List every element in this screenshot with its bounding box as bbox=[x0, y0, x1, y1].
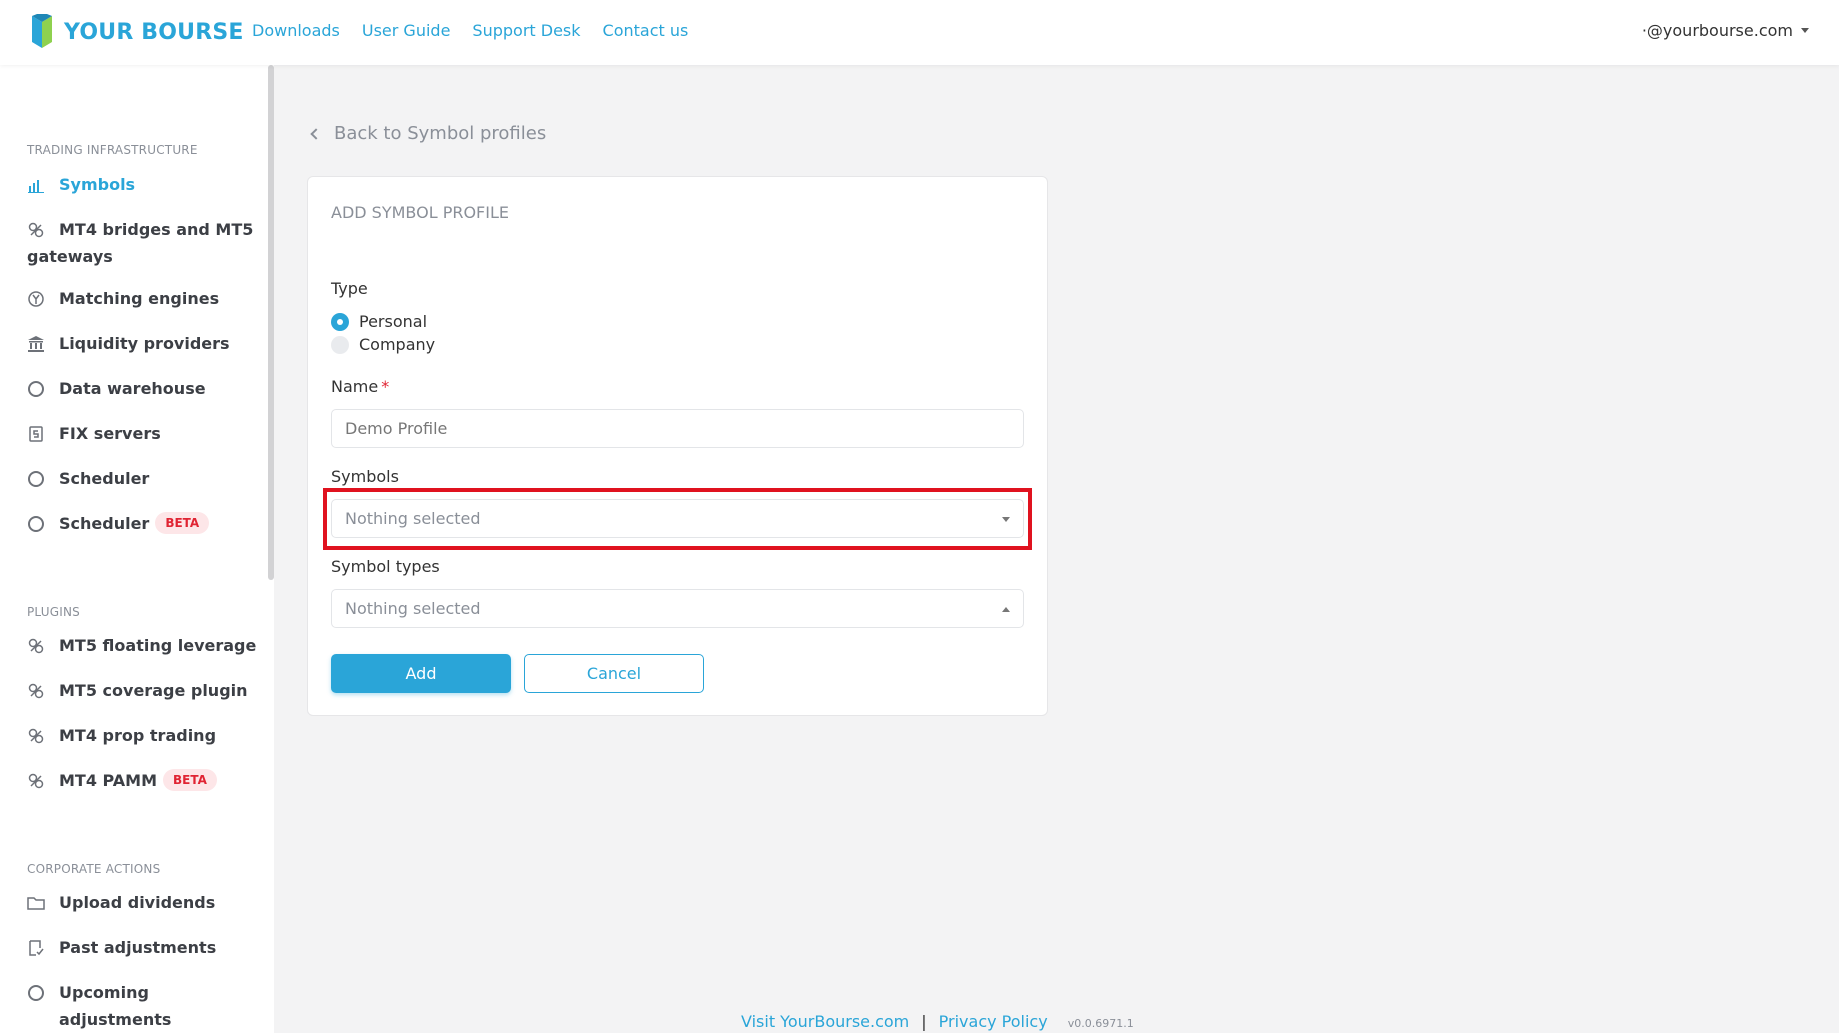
circle-icon bbox=[28, 471, 44, 487]
symbols-label: Symbols bbox=[331, 467, 399, 486]
sidebar-item-label: FIX servers bbox=[59, 424, 161, 443]
visit-yourbourse-link[interactable]: Visit YourBourse.com bbox=[741, 1012, 909, 1031]
section-title-corporate-actions: CORPORATE ACTIONS bbox=[27, 862, 161, 876]
circle-icon bbox=[28, 381, 44, 397]
top-header: YOUR BOURSE Downloads User Guide Support… bbox=[0, 0, 1839, 65]
name-label: Name * bbox=[331, 377, 389, 396]
chevron-up-icon bbox=[1002, 607, 1010, 612]
radio-unchecked-icon[interactable] bbox=[331, 335, 349, 354]
sidebar-item-matching-engines[interactable]: Matching engines bbox=[27, 285, 259, 312]
cancel-button[interactable]: Cancel bbox=[524, 654, 704, 693]
folder-icon bbox=[27, 897, 45, 910]
add-symbol-profile-card: ADD SYMBOL PROFILE Type Personal Company… bbox=[307, 176, 1048, 716]
nav-link-downloads[interactable]: Downloads bbox=[252, 21, 340, 40]
type-option-company[interactable]: Company bbox=[331, 335, 435, 354]
sidebar-item-label: MT4 prop trading bbox=[59, 726, 217, 745]
sidebar-item-label: Symbols bbox=[59, 175, 136, 194]
radio-label: Company bbox=[359, 335, 436, 354]
sidebar-item-mt4-prop-trading[interactable]: MT4 prop trading bbox=[27, 722, 259, 749]
brand-logo[interactable]: YOUR BOURSE bbox=[28, 14, 244, 50]
sidebar-item-mt5-coverage-plugin[interactable]: MT5 coverage plugin bbox=[27, 677, 259, 704]
sidebar-item-mt4-bridges[interactable]: MT4 bridges and MT5 gateways bbox=[27, 216, 259, 270]
sidebar-item-label: Liquidity providers bbox=[59, 334, 230, 353]
footer: Visit YourBourse.com | Privacy Policy v0… bbox=[741, 1012, 1134, 1031]
nav-link-support-desk[interactable]: Support Desk bbox=[472, 21, 580, 40]
link-icon bbox=[28, 222, 44, 238]
section-title-trading-infrastructure: TRADING INFRASTRUCTURE bbox=[27, 143, 198, 157]
radio-label: Personal bbox=[359, 312, 428, 331]
sidebar-item-label: Scheduler bbox=[59, 514, 150, 533]
sidebar-item-label: Matching engines bbox=[59, 289, 220, 308]
footer-separator: | bbox=[921, 1012, 927, 1031]
required-marker: * bbox=[381, 377, 390, 396]
nav-link-user-guide[interactable]: User Guide bbox=[362, 21, 451, 40]
symbol-types-label: Symbol types bbox=[331, 557, 440, 576]
user-email: ·@yourbourse.com bbox=[1641, 21, 1793, 40]
name-label-text: Name bbox=[331, 377, 379, 396]
sidebar-item-label: MT5 coverage plugin bbox=[59, 681, 248, 700]
privacy-policy-link[interactable]: Privacy Policy bbox=[939, 1012, 1048, 1031]
circle-icon bbox=[28, 516, 44, 532]
brand-name: YOUR BOURSE bbox=[64, 19, 244, 45]
sidebar-item-label: Scheduler bbox=[59, 469, 150, 488]
sidebar-item-upcoming-adjustments[interactable]: Upcoming adjustments bbox=[27, 979, 259, 1033]
type-option-personal[interactable]: Personal bbox=[331, 312, 427, 331]
bar-chart-icon bbox=[28, 180, 44, 193]
radio-checked-icon[interactable] bbox=[331, 312, 349, 331]
sidebar-item-scheduler-beta[interactable]: Scheduler BETA bbox=[27, 510, 259, 537]
top-nav: Downloads User Guide Support Desk Contac… bbox=[252, 21, 688, 40]
symbol-types-select-value: Nothing selected bbox=[345, 599, 481, 618]
chevron-down-icon bbox=[1801, 28, 1809, 33]
back-to-symbol-profiles-link[interactable]: Back to Symbol profiles bbox=[310, 123, 547, 144]
beta-badge: BETA bbox=[155, 512, 210, 534]
link-icon bbox=[28, 683, 44, 699]
link-icon bbox=[28, 728, 44, 744]
type-label: Type bbox=[331, 279, 368, 298]
section-title-plugins: PLUGINS bbox=[27, 605, 80, 619]
sidebar-item-past-adjustments[interactable]: Past adjustments bbox=[27, 934, 259, 961]
user-menu[interactable]: ·@yourbourse.com bbox=[1642, 21, 1809, 40]
version-label: v0.0.6971.1 bbox=[1067, 1017, 1134, 1030]
sidebar-item-label: Upload dividends bbox=[59, 893, 216, 912]
chevron-left-icon bbox=[310, 127, 322, 140]
nav-link-contact-us[interactable]: Contact us bbox=[603, 21, 689, 40]
sidebar-item-label: MT4 bridges and MT5 gateways bbox=[27, 220, 254, 266]
sidebar-item-fix-servers[interactable]: FIX servers bbox=[27, 420, 259, 447]
add-button[interactable]: Add bbox=[331, 654, 511, 693]
matching-icon bbox=[28, 291, 44, 307]
sidebar-item-mt4-pamm[interactable]: MT4 PAMM BETA bbox=[27, 767, 259, 794]
highlight-box bbox=[323, 488, 1032, 550]
fix-icon bbox=[29, 426, 43, 442]
logo-icon bbox=[32, 14, 52, 48]
sidebar bbox=[0, 65, 274, 1033]
name-input[interactable]: Demo Profile bbox=[331, 409, 1024, 448]
checklist-icon bbox=[29, 940, 44, 956]
sidebar-item-label: Upcoming adjustments bbox=[59, 983, 172, 1029]
sidebar-item-label: Data warehouse bbox=[59, 379, 206, 398]
sidebar-item-mt5-floating-leverage[interactable]: MT5 floating leverage bbox=[27, 632, 259, 659]
sidebar-item-scheduler[interactable]: Scheduler bbox=[27, 465, 259, 492]
sidebar-item-symbols[interactable]: Symbols bbox=[27, 171, 259, 198]
sidebar-item-label: MT5 floating leverage bbox=[59, 636, 257, 655]
sidebar-item-label: Past adjustments bbox=[59, 938, 217, 957]
sidebar-item-data-warehouse[interactable]: Data warehouse bbox=[27, 375, 259, 402]
card-title: ADD SYMBOL PROFILE bbox=[331, 203, 509, 222]
sidebar-item-liquidity-providers[interactable]: Liquidity providers bbox=[27, 330, 259, 357]
back-link-label: Back to Symbol profiles bbox=[334, 123, 547, 144]
beta-badge: BETA bbox=[163, 769, 217, 791]
link-icon bbox=[28, 773, 44, 789]
circle-icon bbox=[28, 985, 44, 1001]
sidebar-item-upload-dividends[interactable]: Upload dividends bbox=[27, 889, 259, 916]
symbol-types-select[interactable]: Nothing selected bbox=[331, 589, 1024, 628]
bank-icon bbox=[28, 336, 44, 352]
sidebar-item-label: MT4 PAMM bbox=[59, 771, 158, 790]
link-icon bbox=[28, 638, 44, 654]
sidebar-scrollbar[interactable] bbox=[268, 65, 274, 580]
